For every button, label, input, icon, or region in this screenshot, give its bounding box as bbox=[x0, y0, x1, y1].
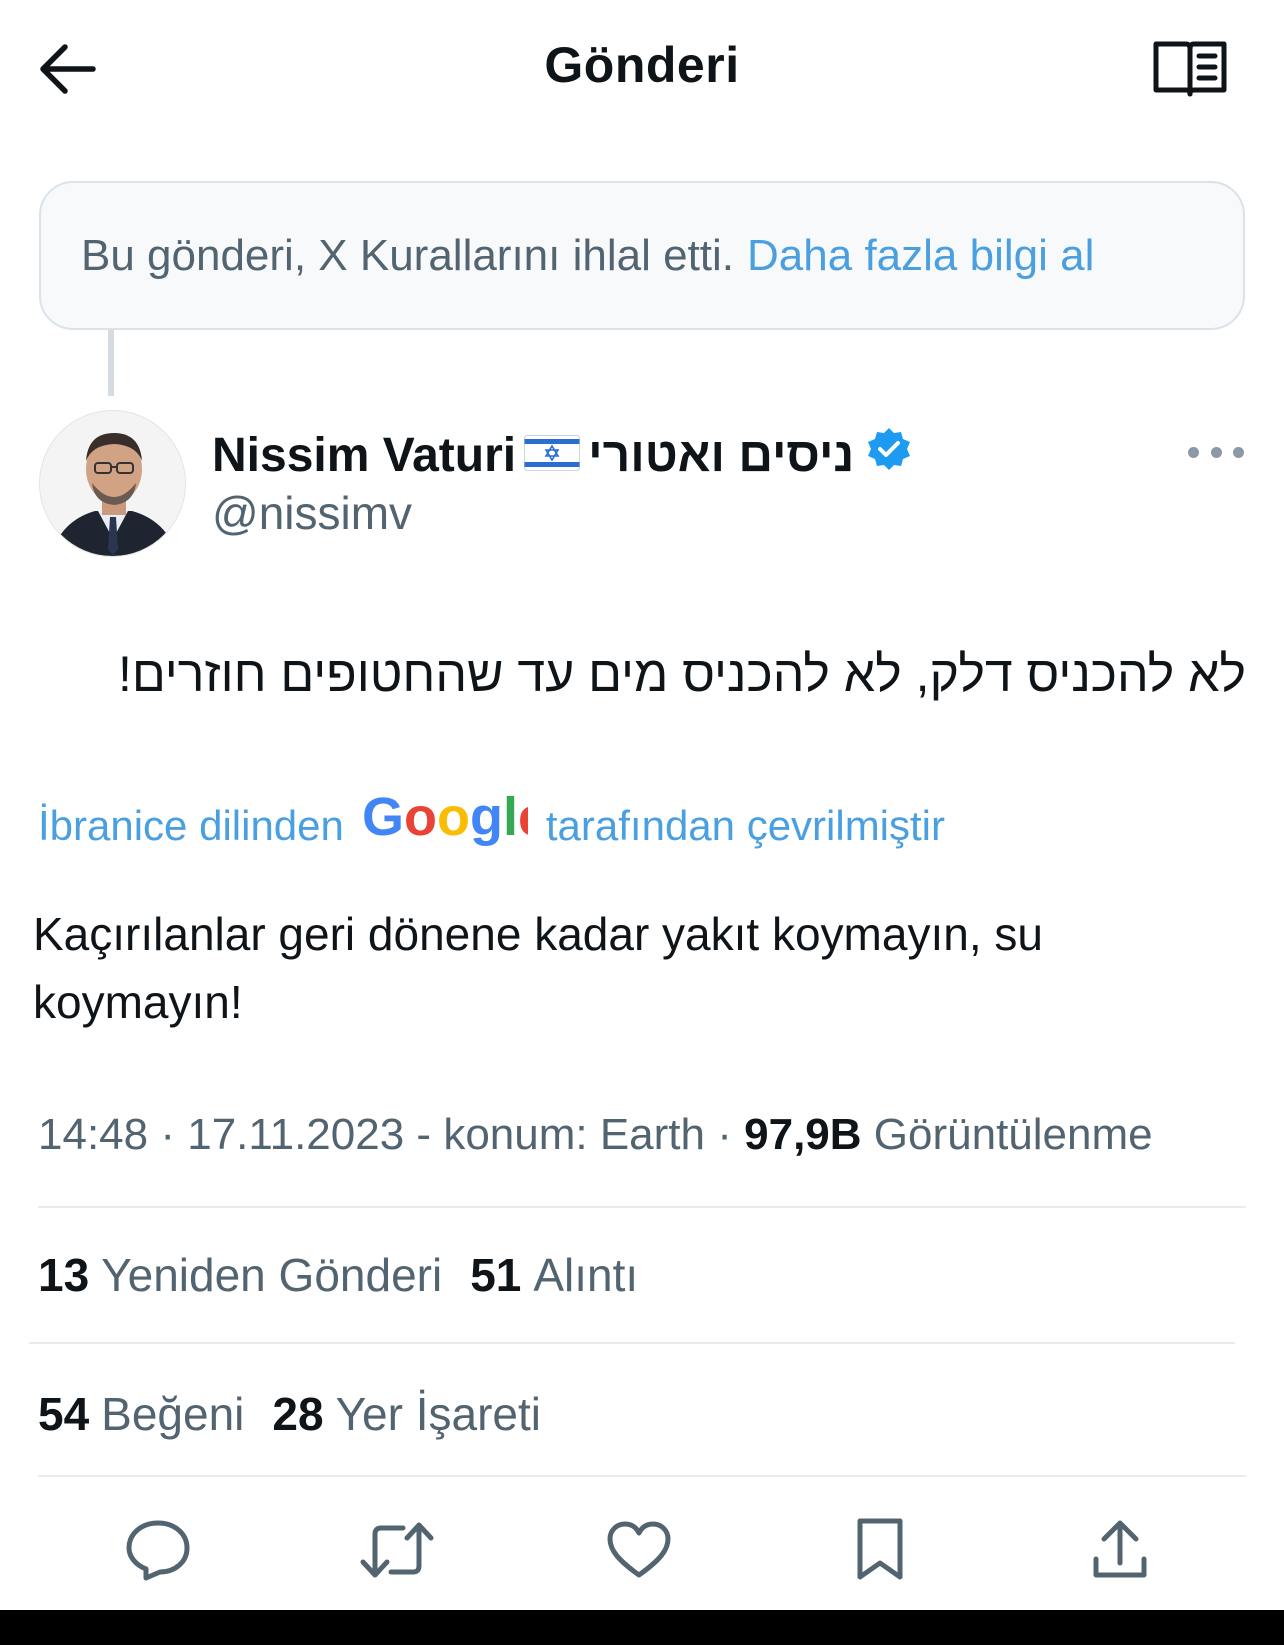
divider bbox=[38, 1206, 1246, 1208]
verified-badge-icon bbox=[866, 426, 912, 484]
learn-more-link[interactable]: Daha fazla bilgi al bbox=[747, 231, 1094, 281]
quotes-count: 51 bbox=[470, 1249, 522, 1301]
page-title: Gönderi bbox=[544, 37, 740, 93]
reposts-count: 13 bbox=[38, 1249, 90, 1301]
post-location: konum: Earth bbox=[443, 1110, 705, 1159]
author-name-hebrew: ניסים ואטורי bbox=[588, 428, 855, 482]
author-name-row[interactable]: Nissim Vaturi ניסים ואטורי bbox=[212, 420, 912, 490]
profile-photo bbox=[40, 411, 185, 556]
likes-stat[interactable]: 54 Beğeni bbox=[38, 1387, 244, 1441]
post-meta: 14:48 · 17.11.2023 - konum: Earth · 97,9… bbox=[38, 1110, 1153, 1160]
divider bbox=[29, 1342, 1235, 1344]
post-date[interactable]: 17.11.2023 bbox=[187, 1110, 404, 1159]
likes-count: 54 bbox=[38, 1388, 90, 1440]
likes-label: Beğeni bbox=[101, 1388, 245, 1440]
repost-stats-row: 13 Yeniden Gönderi 51 Alıntı bbox=[38, 1248, 666, 1302]
repost-icon bbox=[360, 1522, 434, 1578]
bookmark-icon bbox=[857, 1518, 903, 1580]
share-icon bbox=[1093, 1520, 1147, 1578]
post-text-original: לא להכניס דלק, לא להכניס מים עד שהחטופים… bbox=[117, 646, 1246, 702]
bookmarks-label: Yer İşareti bbox=[335, 1388, 541, 1440]
top-bar: Gönderi bbox=[0, 0, 1284, 140]
bookmarks-stat[interactable]: 28 Yer İşareti bbox=[272, 1387, 541, 1441]
views-label: Görüntülenme bbox=[873, 1110, 1153, 1159]
reply-button[interactable] bbox=[118, 1510, 198, 1590]
quotes-stat[interactable]: 51 Alıntı bbox=[470, 1248, 638, 1302]
like-icon bbox=[607, 1521, 671, 1578]
israel-flag-icon bbox=[524, 428, 581, 483]
bottom-bar bbox=[0, 1610, 1284, 1645]
post-time[interactable]: 14:48 bbox=[38, 1110, 148, 1159]
reposts-label: Yeniden Gönderi bbox=[101, 1249, 443, 1301]
reposts-stat[interactable]: 13 Yeniden Gönderi bbox=[38, 1248, 442, 1302]
thread-connector-line bbox=[108, 330, 114, 396]
action-bar bbox=[0, 1510, 1284, 1590]
like-button[interactable] bbox=[599, 1510, 679, 1590]
meta-separator: - bbox=[416, 1110, 444, 1159]
rules-violation-notice: Bu gönderi, X Kurallarını ihlal etti. Da… bbox=[39, 181, 1245, 330]
meta-separator: · bbox=[160, 1110, 188, 1159]
quotes-label: Alıntı bbox=[533, 1249, 639, 1301]
translation-prefix: İbranice dilinden bbox=[38, 802, 344, 849]
translation-suffix: tarafından çevrilmiştir bbox=[545, 802, 945, 849]
repost-button[interactable] bbox=[357, 1510, 437, 1590]
author-name: Nissim Vaturi bbox=[212, 428, 517, 482]
bookmark-button[interactable] bbox=[840, 1510, 920, 1590]
book-icon bbox=[1153, 41, 1227, 97]
svg-text:Google: Google bbox=[362, 791, 528, 847]
notice-text: Bu gönderi, X Kurallarını ihlal etti. bbox=[81, 230, 735, 280]
views-count[interactable]: 97,9B bbox=[744, 1110, 861, 1159]
translation-attribution[interactable]: İbranice dilinden Google tarafından çevr… bbox=[38, 787, 945, 856]
meta-separator: · bbox=[717, 1110, 745, 1159]
reply-icon bbox=[126, 1520, 190, 1581]
more-options-icon[interactable] bbox=[1188, 432, 1244, 472]
share-button[interactable] bbox=[1080, 1510, 1160, 1590]
bookmarks-count: 28 bbox=[272, 1388, 324, 1440]
reader-mode-button[interactable] bbox=[1150, 36, 1230, 102]
post-text-translated: Kaçırılanlar geri dönene kadar yakıt koy… bbox=[33, 908, 1043, 1028]
google-logo: Google bbox=[362, 787, 548, 861]
divider bbox=[38, 1475, 1246, 1477]
like-stats-row: 54 Beğeni 28 Yer İşareti bbox=[38, 1387, 569, 1441]
avatar[interactable] bbox=[39, 410, 186, 557]
author-handle[interactable]: @nissimv bbox=[212, 486, 412, 540]
